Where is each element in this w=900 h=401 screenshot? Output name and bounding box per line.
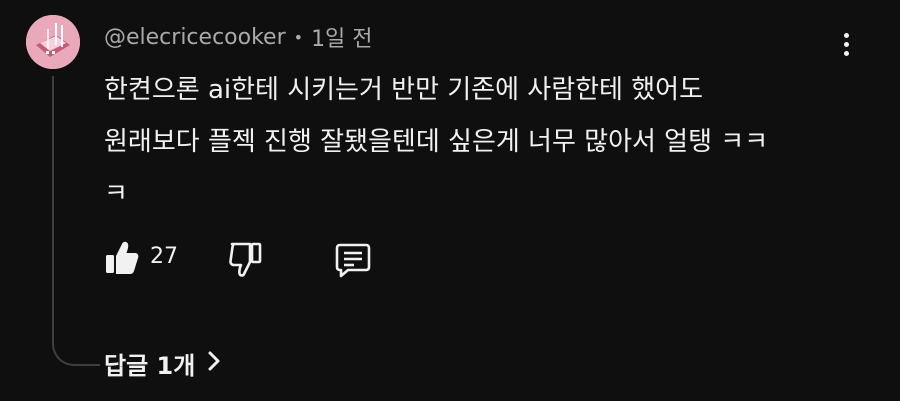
replies-count-label: 답글 1개 bbox=[104, 352, 196, 380]
like-button[interactable] bbox=[104, 238, 140, 278]
chevron-right-icon bbox=[207, 350, 221, 378]
avatar[interactable] bbox=[26, 15, 80, 69]
thumbs-down-icon bbox=[229, 242, 262, 277]
reply-thread-connector bbox=[52, 76, 100, 366]
avatar-image bbox=[26, 15, 80, 69]
comment-icon bbox=[335, 243, 371, 278]
comment-text-line: 원래보다 플젝 진행 잘됐을텐데 싶은게 너무 많아서 얼탱 ㅋㅋ bbox=[104, 127, 769, 157]
comment-text: 한켠으론 ai한테 시키는거 반만 기존에 사람한테 했어도 원래보다 플젝 진… bbox=[104, 64, 844, 220]
comment-timestamp[interactable]: 1일 전 bbox=[311, 21, 372, 53]
comment-header: @elecricecooker • 1일 전 bbox=[104, 21, 373, 53]
author-name[interactable]: @elecricecooker bbox=[104, 25, 286, 50]
more-vert-icon[interactable] bbox=[834, 28, 858, 60]
dislike-button[interactable] bbox=[228, 240, 264, 280]
view-replies-button[interactable]: 답글 1개 bbox=[104, 346, 221, 381]
comment-text-line: 한켠으론 ai한테 시키는거 반만 기존에 사람한테 했어도 bbox=[104, 75, 703, 105]
thumbs-up-icon bbox=[106, 241, 139, 274]
comment-text-line: ㅋ bbox=[104, 179, 128, 209]
like-count: 27 bbox=[150, 244, 178, 269]
header-separator: • bbox=[293, 27, 304, 47]
comment-thread: @elecricecooker • 1일 전 한켠으론 ai한테 시키는거 반만… bbox=[0, 0, 900, 401]
reply-button[interactable] bbox=[334, 240, 372, 280]
